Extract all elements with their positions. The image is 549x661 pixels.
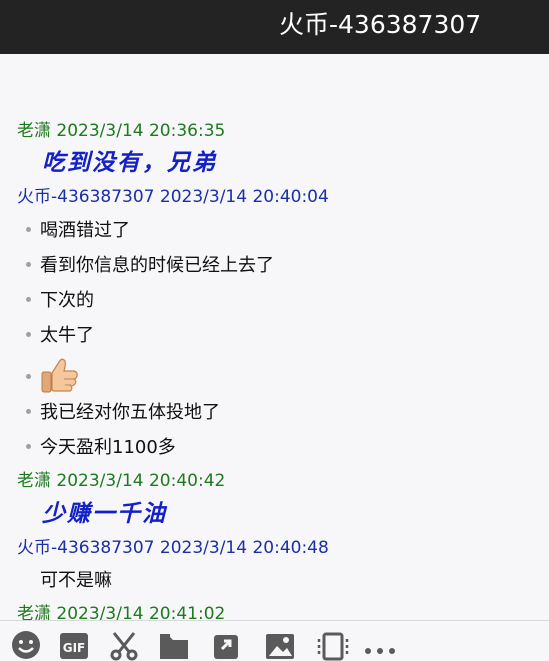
screen-icon[interactable]: [316, 629, 349, 661]
message-time: 2023/3/14 20:40:48: [159, 538, 329, 558]
thumbs-up-emoji-icon: [40, 356, 80, 401]
message-line: 下次的: [26, 289, 94, 313]
sender-name: 老潇: [17, 471, 51, 491]
svg-text:GIF: GIF: [63, 641, 86, 655]
scissors-icon[interactable]: [108, 629, 140, 661]
message-line: 今天盈利1100多: [26, 436, 176, 460]
message-header: 老潇 2023/3/14 20:36:35: [17, 120, 225, 142]
bullet-icon: [26, 226, 31, 232]
message-line: 看到你信息的时候已经上去了: [26, 254, 274, 278]
bullet-icon: [26, 331, 31, 337]
folder-icon[interactable]: [158, 629, 190, 661]
window-title: 火币-436387307: [279, 10, 482, 39]
message-header: 火币-436387307 2023/3/14 20:40:48: [17, 537, 329, 559]
gif-icon[interactable]: GIF: [58, 629, 90, 661]
chat-history[interactable]: 老潇 2023/3/14 20:36:35 吃到没有，兄弟 火币-4363873…: [0, 54, 549, 620]
emoji-icon[interactable]: [10, 629, 42, 661]
bullet-icon: [26, 374, 31, 379]
image-icon[interactable]: [264, 629, 296, 661]
message-header: 老潇 2023/3/14 20:41:02: [17, 603, 225, 620]
sender-name: 老潇: [17, 121, 51, 141]
message-text: 吃到没有，兄弟: [42, 149, 217, 176]
title-bar: 火币-436387307: [0, 0, 549, 54]
message-header: 老潇 2023/3/14 20:40:42: [17, 470, 225, 492]
sender-name: 老潇: [17, 604, 51, 620]
bullet-icon: [26, 443, 31, 449]
message-time: 2023/3/14 20:41:02: [56, 604, 226, 620]
more-icon[interactable]: [362, 629, 395, 661]
message-time: 2023/3/14 20:40:42: [56, 471, 226, 491]
message-time: 2023/3/14 20:36:35: [56, 121, 226, 141]
sender-name: 火币-436387307: [17, 187, 155, 207]
message-line: [26, 356, 80, 401]
shake-icon[interactable]: [210, 629, 242, 661]
message-text: 少赚一千油: [42, 500, 167, 527]
bullet-icon: [26, 408, 31, 414]
message-line: 我已经对你五体投地了: [26, 401, 220, 425]
sender-name: 火币-436387307: [17, 538, 155, 558]
bullet-icon: [26, 261, 31, 267]
input-toolbar: GIF: [0, 620, 549, 661]
message-line: 太牛了: [26, 324, 94, 348]
message-line: 喝酒错过了: [26, 219, 130, 243]
bullet-icon: [26, 296, 31, 302]
message-time: 2023/3/14 20:40:04: [159, 187, 329, 207]
message-text: 可不是嘛: [40, 570, 112, 591]
message-header: 火币-436387307 2023/3/14 20:40:04: [17, 186, 329, 208]
